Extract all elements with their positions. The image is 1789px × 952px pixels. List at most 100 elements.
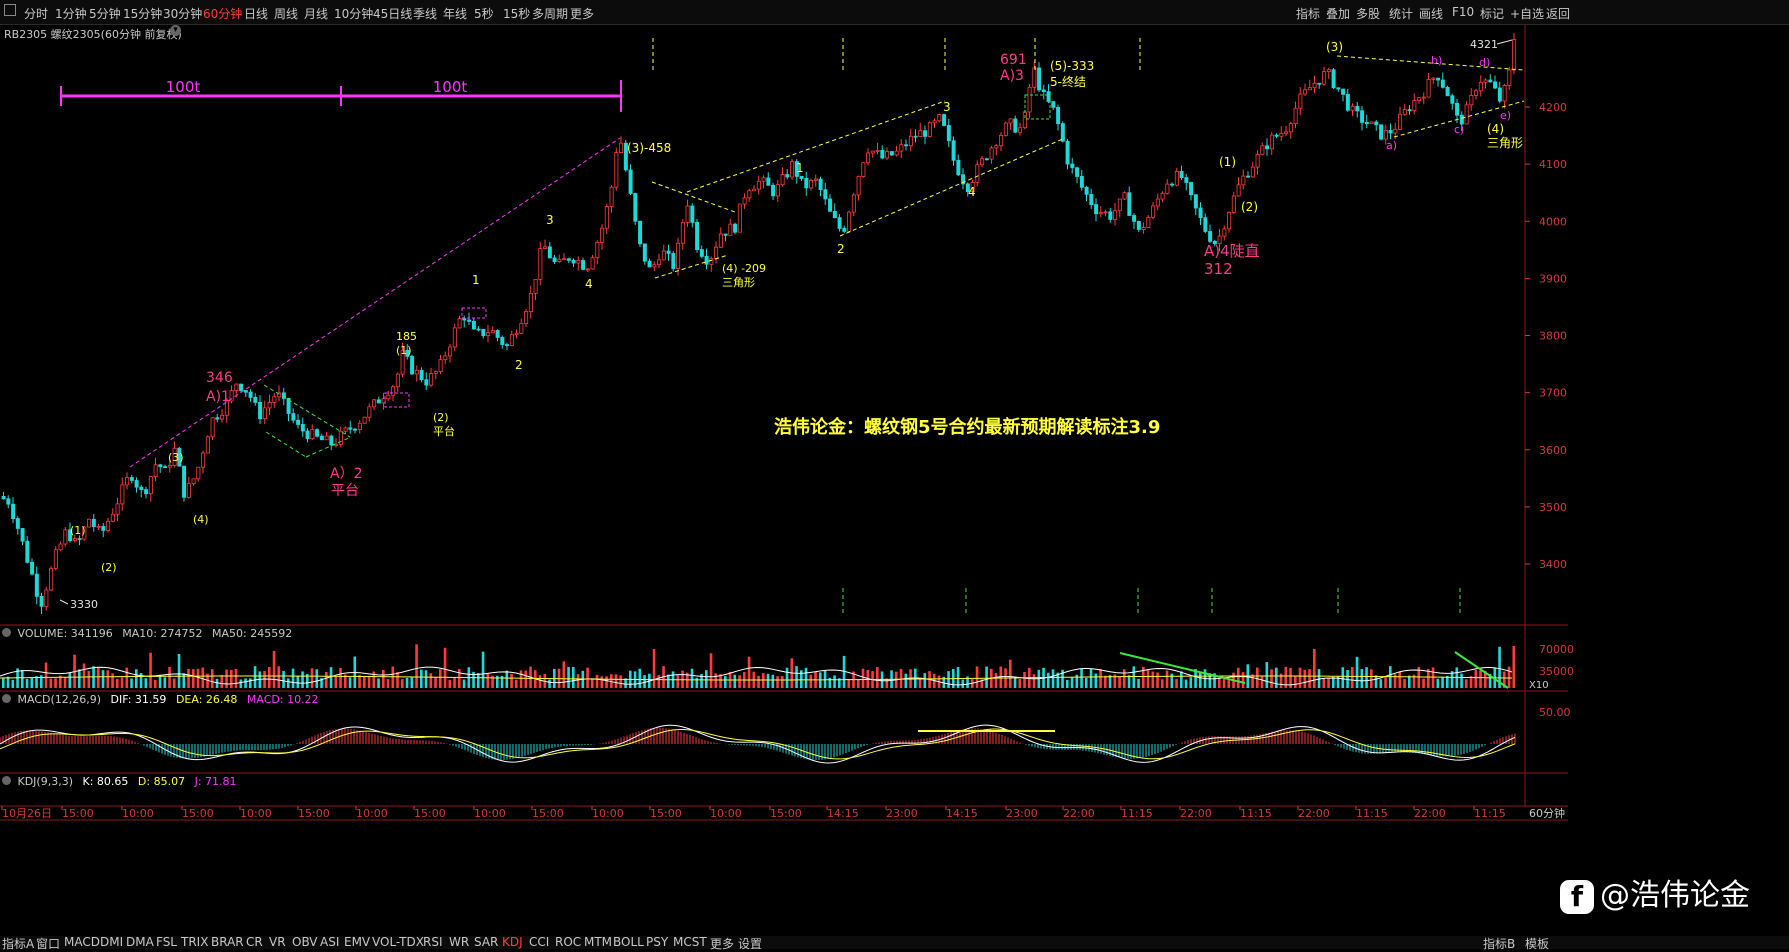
tool-back[interactable]: 返回: [1546, 5, 1570, 22]
volume-bar: [809, 674, 813, 688]
period-month[interactable]: 月线: [304, 5, 328, 22]
volume-bar: [44, 662, 48, 688]
candle-body: [737, 203, 742, 233]
tab-asi[interactable]: ASI: [320, 935, 339, 949]
volume-bar: [709, 653, 713, 688]
tab-psy[interactable]: PSY: [646, 935, 668, 949]
tab-dma[interactable]: DMA: [126, 935, 154, 949]
tab-roc[interactable]: ROC: [555, 935, 581, 949]
period-year[interactable]: 年线: [443, 5, 467, 22]
candle-body: [790, 161, 795, 178]
tab-cr[interactable]: CR: [246, 935, 263, 949]
wave-label: (3): [1326, 40, 1343, 54]
candle-body: [1488, 79, 1493, 83]
tab-template[interactable]: 模板: [1525, 935, 1549, 952]
volume-bar: [420, 669, 423, 688]
tool-f10[interactable]: F10: [1452, 5, 1474, 19]
period-45day[interactable]: 45日线: [373, 5, 412, 22]
volume-bar: [1070, 677, 1074, 688]
candle-body: [1464, 104, 1469, 125]
tab-emv[interactable]: EMV: [344, 935, 370, 949]
period-week[interactable]: 周线: [274, 5, 298, 22]
candle-body: [1008, 118, 1013, 124]
wave-label: (4): [193, 513, 209, 526]
tab-more[interactable]: 更多: [710, 935, 734, 952]
tab-indicator-b[interactable]: 指标B: [1483, 935, 1515, 952]
volume-bar: [462, 679, 466, 688]
tab-dmi[interactable]: DMI: [100, 935, 123, 949]
tool-mark[interactable]: 标记: [1480, 5, 1504, 22]
volume-bar: [1180, 671, 1183, 688]
tab-indicator-a[interactable]: 指标A: [2, 935, 34, 952]
candle-body: [695, 222, 700, 250]
tab-vr[interactable]: VR: [269, 935, 286, 949]
period-30min[interactable]: 30分钟: [163, 5, 202, 22]
tab-sar[interactable]: SAR: [474, 935, 498, 949]
tab-brar[interactable]: BRAR: [211, 935, 244, 949]
volume-bar: [595, 674, 599, 688]
candle-body: [1331, 69, 1336, 89]
tab-vol-tdx[interactable]: VOL-TDX: [372, 935, 424, 949]
volume-toggle-icon[interactable]: [2, 628, 11, 637]
candle-body: [661, 250, 666, 261]
volume-bar: [211, 669, 214, 688]
tab-macd[interactable]: MACD: [64, 935, 100, 949]
period-15min[interactable]: 15分钟: [123, 5, 162, 22]
period-quarter[interactable]: 季线: [413, 5, 437, 22]
volume-bar: [443, 647, 447, 688]
candle-body: [476, 328, 481, 331]
candle-body: [1094, 204, 1099, 215]
tool-overlay[interactable]: 叠加: [1326, 5, 1350, 22]
tool-multistock[interactable]: 多股: [1356, 5, 1380, 22]
tab-mcst[interactable]: MCST: [673, 935, 707, 949]
candle-body: [666, 250, 671, 254]
macd-toggle-icon[interactable]: [2, 694, 11, 703]
volume-bar: [676, 675, 680, 688]
tab-fsl[interactable]: FSL: [156, 935, 177, 949]
candle-body: [1483, 79, 1488, 83]
tab-mtm[interactable]: MTM: [584, 935, 612, 949]
wave-label: (4): [1487, 122, 1504, 136]
tool-stats[interactable]: 统计: [1389, 5, 1413, 22]
candle-body: [110, 513, 115, 522]
tab-kdj[interactable]: KDJ: [502, 935, 523, 949]
candle-body: [1293, 107, 1298, 125]
tab-cci[interactable]: CCI: [529, 935, 549, 949]
tab-obv[interactable]: OBV: [292, 935, 318, 949]
period-5sec[interactable]: 5秒: [474, 5, 494, 22]
period-10min[interactable]: 10分钟: [334, 5, 373, 22]
period-60min[interactable]: 60分钟: [203, 5, 242, 22]
kdj-d: D: 85.07: [137, 775, 186, 788]
candle-body: [1322, 71, 1327, 85]
tab-trix[interactable]: TRIX: [181, 935, 208, 949]
candle-body: [1265, 145, 1270, 150]
period-day[interactable]: 日线: [244, 5, 268, 22]
candle-body: [714, 246, 719, 259]
candle-body: [15, 518, 20, 529]
tab-wr[interactable]: WR: [449, 935, 469, 949]
period-more[interactable]: 更多: [570, 5, 594, 22]
period-multi[interactable]: 多周期: [532, 5, 568, 22]
volume-bar: [857, 679, 860, 688]
tab-rsi[interactable]: RSI: [423, 935, 443, 949]
candle-body: [91, 518, 96, 527]
tool-add-watchlist[interactable]: +自选: [1510, 5, 1544, 22]
price-tick-label: 4200: [1539, 101, 1567, 114]
candle-body: [191, 478, 196, 485]
period-fenshi[interactable]: 分时: [24, 5, 48, 22]
tab-boll[interactable]: BOLL: [613, 935, 644, 949]
candle-body: [353, 428, 358, 431]
tab-window[interactable]: 窗口: [36, 935, 60, 952]
tool-draw[interactable]: 画线: [1419, 5, 1443, 22]
period-5min[interactable]: 5分钟: [89, 5, 121, 22]
candle-body: [1507, 69, 1512, 86]
period-1min[interactable]: 1分钟: [55, 5, 87, 22]
kdj-toggle-icon[interactable]: [2, 776, 11, 785]
tool-indicator[interactable]: 指标: [1296, 5, 1320, 22]
volume-bar: [505, 670, 509, 688]
period-15sec[interactable]: 15秒: [503, 5, 530, 22]
candle-body: [1246, 175, 1251, 178]
candle-body: [253, 396, 258, 403]
tab-settings[interactable]: 设置: [738, 935, 762, 952]
menu-icon[interactable]: [4, 4, 16, 16]
